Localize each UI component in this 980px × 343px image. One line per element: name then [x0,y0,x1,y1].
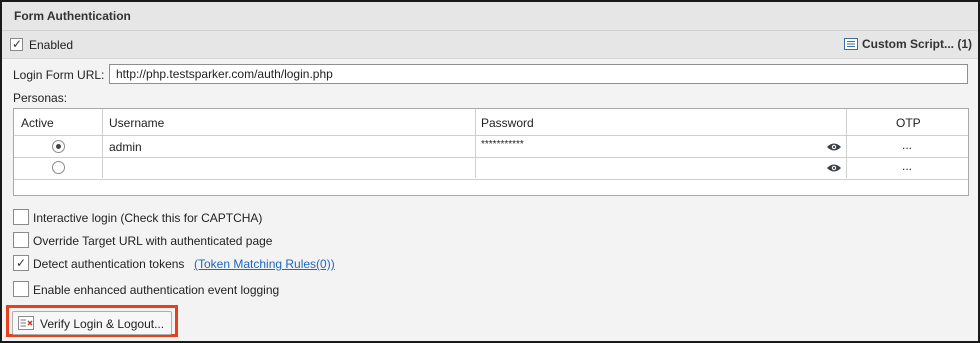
eye-icon[interactable] [826,163,842,173]
override-target-checkbox[interactable] [13,232,29,248]
otp-cell[interactable]: ... [902,138,912,152]
column-header-active[interactable]: Active [21,116,54,130]
detect-tokens-label: Detect authentication tokens [33,257,185,271]
grid-header: Active Username Password OTP [14,109,968,136]
panel-title: Form Authentication [14,9,131,23]
table-row: ... [14,158,968,180]
document-list-icon [843,38,858,50]
override-target-label: Override Target URL with authenticated p… [33,234,273,248]
login-url-label: Login Form URL: [13,68,105,82]
verify-login-logout-button[interactable]: Verify Login & Logout... [12,311,172,335]
enhanced-logging-label: Enable enhanced authentication event log… [33,283,280,297]
enabled-label: Enabled [29,38,74,52]
token-matching-rules-link[interactable]: (Token Matching Rules(0)) [194,257,335,271]
verify-icon [18,316,34,330]
column-header-password[interactable]: Password [481,116,534,130]
login-url-input[interactable] [109,64,968,84]
enabled-bar: ✓ Enabled Custom Script... (1) [2,31,978,59]
checkmark-icon: ✓ [12,37,23,51]
custom-script-label: Custom Script... (1) [861,37,972,51]
table-row: admin *********** ... [14,136,968,158]
panel-header: Form Authentication [2,2,978,31]
column-header-otp[interactable]: OTP [896,116,921,130]
otp-cell[interactable]: ... [902,159,912,173]
active-radio[interactable] [52,140,65,153]
password-cell[interactable]: *********** [481,139,524,150]
enhanced-logging-checkbox[interactable] [13,281,29,297]
verify-button-label: Verify Login & Logout... [40,317,165,331]
column-header-username[interactable]: Username [109,116,164,130]
interactive-login-checkbox[interactable] [13,209,29,225]
detect-tokens-checkbox[interactable]: ✓ [13,255,29,271]
eye-icon[interactable] [826,142,842,152]
enabled-checkbox[interactable]: ✓ [10,37,23,51]
personas-label: Personas: [13,91,68,105]
checkmark-icon: ✓ [16,256,27,270]
active-radio[interactable] [52,161,65,174]
interactive-login-label: Interactive login (Check this for CAPTCH… [33,211,263,225]
username-cell[interactable]: admin [109,140,142,154]
custom-script-button[interactable]: Custom Script... (1) [843,37,972,51]
personas-grid: Active Username Password OTP admin *****… [13,108,969,196]
form-authentication-panel: Form Authentication ✓ Enabled Custom Scr… [0,0,980,343]
